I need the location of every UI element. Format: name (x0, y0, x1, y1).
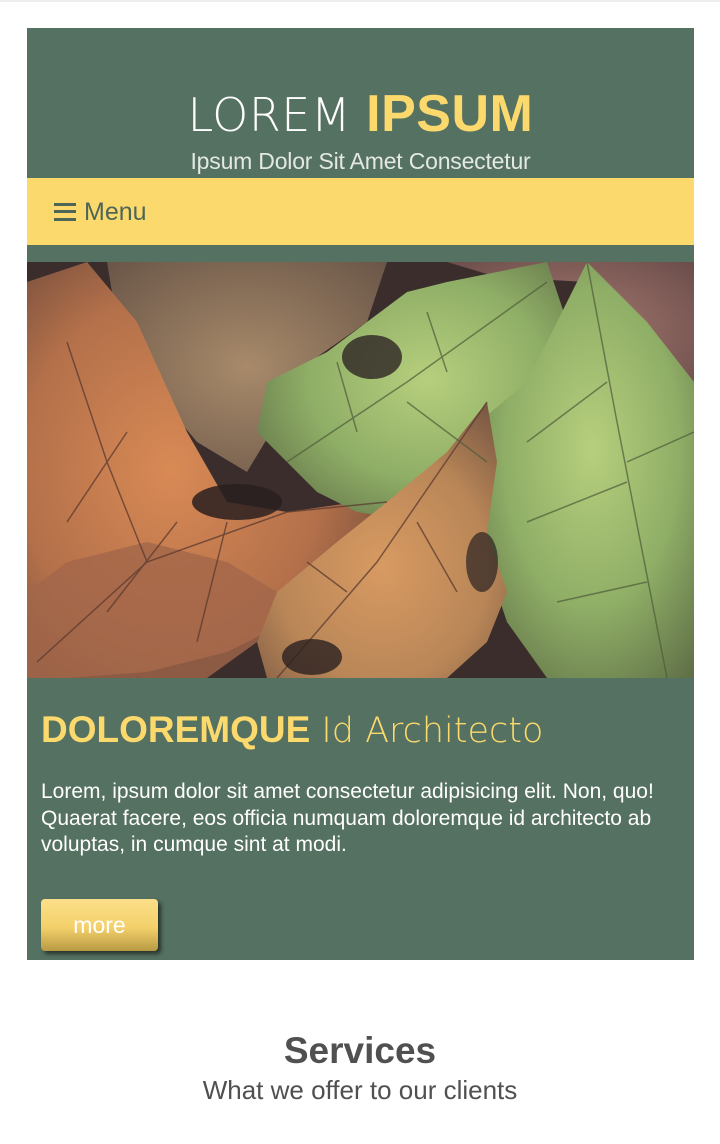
site-title-light: LOREM (187, 88, 367, 142)
feature-heading-bold: DOLOREMQUE (41, 709, 311, 750)
site-title[interactable]: LOREM IPSUM (27, 86, 694, 143)
menu-label: Menu (84, 197, 147, 226)
site-tagline: Ipsum Dolor Sit Amet Consectetur (190, 148, 531, 174)
feature-section: DOLOREMQUE Id Architecto Lorem, ipsum do… (27, 678, 694, 960)
hamburger-icon[interactable] (54, 202, 76, 221)
menu-bar: Menu (27, 178, 694, 245)
services-title: Services (283, 1030, 437, 1071)
services-section: Services What we offer to our clients (0, 1028, 720, 1106)
feature-body: Lorem, ipsum dolor sit amet consectetur … (41, 780, 654, 856)
header-divider (27, 245, 694, 262)
site-title-bold: IPSUM (366, 85, 534, 143)
menu-button[interactable]: Menu (54, 197, 147, 227)
feature-heading-light: Id Architecto (310, 711, 544, 751)
page: LOREM IPSUM Ipsum Dolor Sit Amet Consect… (0, 0, 720, 1144)
hero-image (27, 262, 694, 678)
main-container: LOREM IPSUM Ipsum Dolor Sit Amet Consect… (27, 28, 694, 960)
feature-heading: DOLOREMQUE Id Architecto (41, 708, 680, 753)
more-button[interactable]: more (41, 898, 158, 951)
services-subtitle: What we offer to our clients (202, 1075, 518, 1105)
site-header: LOREM IPSUM Ipsum Dolor Sit Amet Consect… (27, 28, 694, 178)
